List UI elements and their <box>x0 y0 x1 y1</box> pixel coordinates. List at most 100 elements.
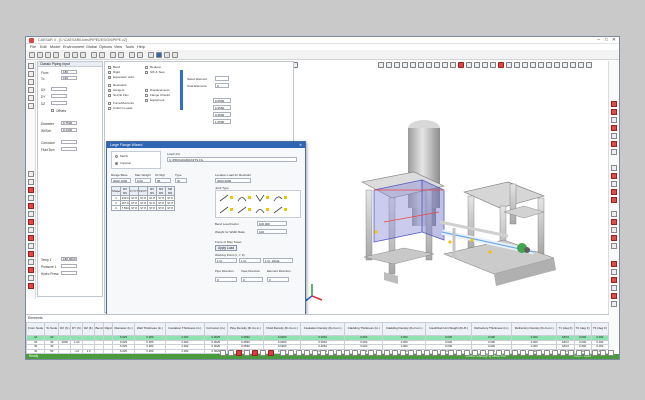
rigid-checkbox[interactable] <box>108 71 111 74</box>
right-tool-3-icon[interactable] <box>611 117 617 123</box>
bottom-tool-23-icon[interactable] <box>400 350 406 356</box>
bottom-tool-46-icon[interactable] <box>584 350 590 356</box>
offsets-checkbox[interactable] <box>51 109 54 112</box>
dialog-close-button[interactable]: ✕ <box>299 142 302 148</box>
hangers-checkbox[interactable] <box>108 89 111 92</box>
right-tool-19-icon[interactable] <box>611 269 617 275</box>
hanger-tool-icon[interactable] <box>28 179 34 185</box>
bottom-tool-27-icon[interactable] <box>432 350 438 356</box>
matrix-cell[interactable]: 7.594 <box>120 205 131 211</box>
node-break-icon[interactable] <box>28 63 34 69</box>
right-tool-4-icon[interactable] <box>611 125 617 131</box>
cut-icon[interactable] <box>64 52 70 58</box>
bottom-tool-6-icon[interactable] <box>260 350 266 356</box>
print-icon[interactable] <box>53 52 59 58</box>
redo-icon[interactable] <box>99 52 105 58</box>
right-tool-18-icon[interactable] <box>611 261 617 267</box>
bottom-tool-15-icon[interactable] <box>336 350 342 356</box>
markup-icon[interactable] <box>586 62 592 68</box>
undo-icon[interactable] <box>91 52 97 58</box>
menu-options[interactable]: Options <box>99 45 112 49</box>
grid-header-cell[interactable]: Refractory Density (lb./cu.in.) <box>511 322 558 336</box>
menu-global[interactable]: Global <box>86 45 97 49</box>
model-viewport[interactable] <box>294 72 609 312</box>
sif-value-4[interactable]: 1.2500 <box>213 119 231 124</box>
bottom-tool-7-icon[interactable] <box>268 350 274 356</box>
wt-input[interactable]: 0.1340 <box>61 128 77 132</box>
apply-load-button[interactable]: Apply Load <box>215 245 237 251</box>
equipment-checkbox[interactable] <box>145 99 148 102</box>
grid-header-cell[interactable]: T1 (deg F) <box>556 322 575 336</box>
uniform-loads-checkbox[interactable] <box>108 107 111 110</box>
shaded-icon[interactable] <box>490 62 496 68</box>
grid-header-cell[interactable]: Insulation Density (lb./cu.in.) <box>300 322 346 336</box>
bend-factor-input[interactable]: 100.000 <box>257 221 287 226</box>
zoom-icon[interactable] <box>378 62 384 68</box>
batch-run-icon[interactable] <box>110 52 116 58</box>
right-tool-17-icon[interactable] <box>611 243 617 249</box>
right-tool-21-icon[interactable] <box>611 285 617 291</box>
temp-input[interactable]: 180.0000 <box>61 257 77 261</box>
sif-icon[interactable] <box>28 243 34 249</box>
bottom-tool-37-icon[interactable] <box>512 350 518 356</box>
nozzle-icon[interactable] <box>28 195 34 201</box>
menu-environment[interactable]: Environment <box>63 45 84 49</box>
volume-icon[interactable] <box>164 52 170 58</box>
grid-header-cell[interactable]: Cladding Thickness (in.) <box>344 322 384 336</box>
matrix-cell[interactable]: 3 <box>110 205 122 211</box>
diameter-input[interactable]: 6.7500 <box>61 121 77 125</box>
right-tool-15-icon[interactable] <box>611 227 617 233</box>
matrix-cell[interactable]: 240.0 <box>120 195 131 201</box>
bottom-tool-16-icon[interactable] <box>344 350 350 356</box>
bottom-tool-44-icon[interactable] <box>568 350 574 356</box>
bottom-tool-11-icon[interactable] <box>304 350 310 356</box>
restraints-checkbox[interactable] <box>108 84 111 87</box>
show-tees-icon[interactable] <box>530 62 536 68</box>
grid-header-cell[interactable]: To Node <box>44 322 60 336</box>
kit-weight-input[interactable]: 96 <box>155 178 171 183</box>
back-view-icon[interactable] <box>426 62 432 68</box>
right-tool-20-icon[interactable] <box>611 277 617 283</box>
minimize-button[interactable]: – <box>597 37 600 43</box>
matrix-cell[interactable]: 97.8 <box>147 205 158 211</box>
select-element-input[interactable] <box>215 76 229 81</box>
bottom-tool-3-icon[interactable] <box>236 350 242 356</box>
bottom-tool-17-icon[interactable] <box>352 350 358 356</box>
zoom-extents-icon[interactable] <box>394 62 400 68</box>
bottom-tool-26-icon[interactable] <box>424 350 430 356</box>
show-hangers-icon[interactable] <box>522 62 528 68</box>
expansion-joint-icon[interactable] <box>28 187 34 193</box>
right-tool-5-icon[interactable] <box>611 133 617 139</box>
dy-input[interactable] <box>51 94 67 98</box>
bend-checkbox[interactable] <box>108 66 111 69</box>
plot-icon[interactable] <box>172 52 178 58</box>
right-tool-10-icon[interactable] <box>611 181 617 187</box>
show-forces-icon[interactable] <box>546 62 552 68</box>
menu-help[interactable]: Help <box>137 45 145 49</box>
right-tool-23-icon[interactable] <box>611 301 617 307</box>
sif-value-3[interactable]: 0.4500 <box>213 112 231 117</box>
bottom-tool-31-icon[interactable] <box>464 350 470 356</box>
dz-input[interactable] <box>51 101 67 105</box>
imperial-radio[interactable] <box>115 162 118 165</box>
bottom-tool-49-icon[interactable] <box>608 350 614 356</box>
bottom-tool-38-icon[interactable] <box>520 350 526 356</box>
wave-icon[interactable] <box>28 235 34 241</box>
classic-input-icon[interactable] <box>137 52 143 58</box>
bottom-tool-10-icon[interactable] <box>296 350 302 356</box>
matrix-cell[interactable]: 97.8 <box>138 205 149 211</box>
type-input[interactable]: ID <box>175 178 187 183</box>
bottom-tool-8-icon[interactable] <box>280 350 286 356</box>
nozzle-flex-checkbox[interactable] <box>108 94 111 97</box>
bottom-tool-36-icon[interactable] <box>504 350 510 356</box>
bottom-tool-12-icon[interactable] <box>312 350 318 356</box>
front-view-icon[interactable] <box>418 62 424 68</box>
grid-header-cell[interactable]: T3 (deg F) <box>590 322 610 336</box>
bottom-tool-34-icon[interactable] <box>488 350 494 356</box>
bottom-tool-45-icon[interactable] <box>576 350 582 356</box>
grid-header-cell[interactable]: DX (ft.) <box>58 322 72 336</box>
metric-radio[interactable] <box>115 155 118 158</box>
error-check-icon[interactable] <box>118 52 124 58</box>
bottom-tool-5-icon[interactable] <box>252 350 258 356</box>
fluid-input[interactable] <box>61 147 77 151</box>
